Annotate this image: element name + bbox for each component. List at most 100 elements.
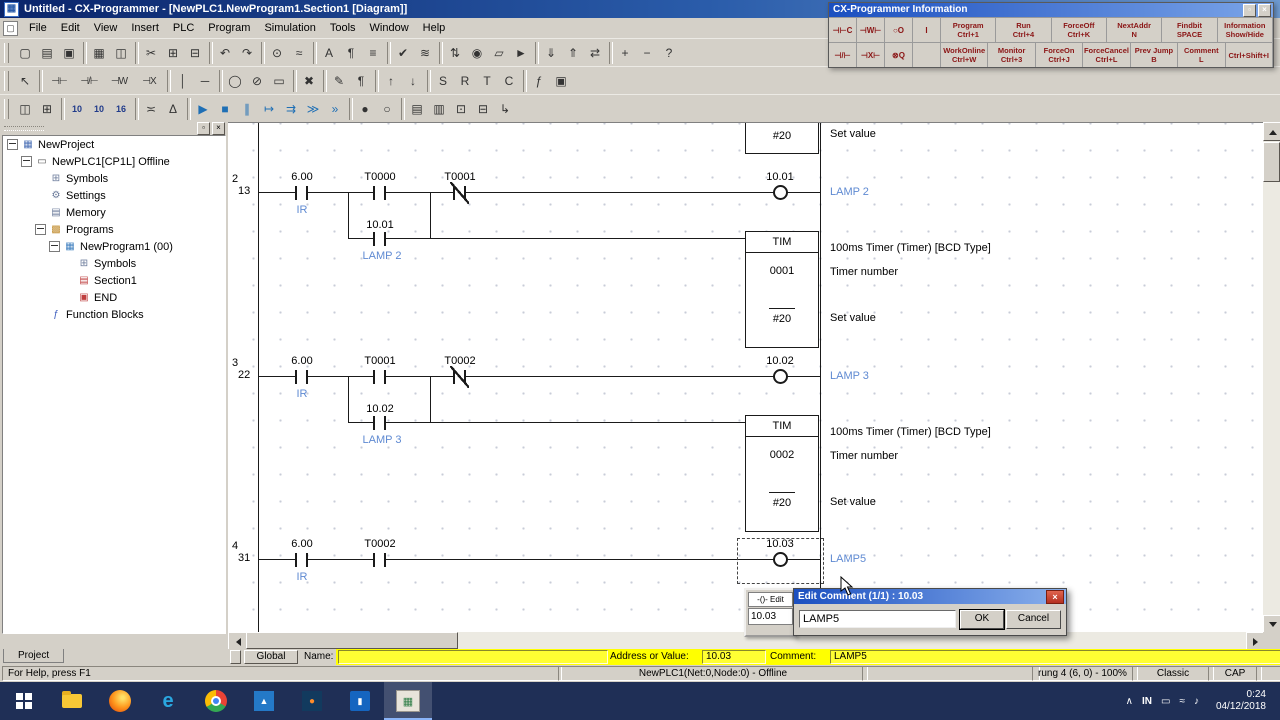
- stop-simulation-icon[interactable]: ■: [214, 99, 236, 119]
- transfer-from-plc-icon[interactable]: ⇑: [562, 43, 584, 63]
- global-button[interactable]: Global: [244, 650, 298, 664]
- ladder-diagram-canvas[interactable]: #20 Set value 2 13 6.00 IR T0000 T0001 1…: [228, 122, 1263, 633]
- tim-instruction-block[interactable]: #20: [745, 123, 819, 154]
- closed-contact[interactable]: [450, 366, 469, 388]
- tray-expand-icon[interactable]: ∧: [1126, 696, 1133, 707]
- new-icon[interactable]: ▢: [14, 43, 36, 63]
- show-rung-comments-icon[interactable]: ▤: [406, 99, 428, 119]
- edit-comment-icon[interactable]: ✎: [328, 71, 350, 91]
- toolbar-separator[interactable]: [184, 98, 192, 120]
- taskbar-clock[interactable]: 0:24 04/12/2018: [1208, 689, 1274, 713]
- toolbar-grip[interactable]: [4, 43, 9, 63]
- cut-icon[interactable]: ✂: [140, 43, 162, 63]
- paste-icon[interactable]: ⊟: [184, 43, 206, 63]
- tree-item-programs[interactable]: ▩ Programs: [3, 221, 225, 238]
- close-icon[interactable]: ×: [212, 122, 225, 135]
- work-online-icon[interactable]: ⇅: [444, 43, 466, 63]
- display-icon[interactable]: ▭: [1161, 696, 1170, 707]
- toolbar-grip[interactable]: [4, 71, 9, 91]
- find-icon[interactable]: ⊙: [266, 43, 288, 63]
- contact[interactable]: [373, 186, 386, 200]
- menu-item[interactable]: Program: [201, 19, 257, 37]
- vertical-scroll-thumb[interactable]: [1263, 142, 1280, 182]
- dock-icon[interactable]: ▫: [1243, 3, 1256, 17]
- language-indicator[interactable]: IN: [1142, 696, 1152, 707]
- toolbar-separator[interactable]: [258, 42, 266, 64]
- toolbar-separator[interactable]: [372, 70, 380, 92]
- replace-icon[interactable]: ≈: [288, 43, 310, 63]
- close-icon[interactable]: ×: [1258, 3, 1271, 17]
- name-field[interactable]: [338, 650, 608, 664]
- tim-instruction-block[interactable]: TIM 0002 #20: [745, 415, 819, 532]
- new-or-contact-icon[interactable]: ⊣W: [104, 71, 134, 91]
- new-closed-contact-icon[interactable]: ⊣/⊢: [74, 71, 104, 91]
- rung-comment-icon[interactable]: ¶: [350, 71, 372, 91]
- menu-item[interactable]: View: [87, 19, 125, 37]
- decimal-format-icon[interactable]: 10: [88, 99, 110, 119]
- edit-address-field[interactable]: 10.03: [748, 608, 793, 625]
- toolbar-separator[interactable]: [606, 42, 614, 64]
- collapse-icon[interactable]: [35, 224, 46, 235]
- menu-item[interactable]: Simulation: [257, 19, 322, 37]
- taskbar-media-app[interactable]: ●: [288, 682, 336, 720]
- tree-item-plc[interactable]: ▭ NewPLC1[CP1L] Offline: [3, 153, 225, 170]
- tab-project[interactable]: Project: [3, 649, 65, 663]
- step-over-icon[interactable]: ⇉: [280, 99, 302, 119]
- volume-icon[interactable]: ♪: [1194, 696, 1199, 707]
- watch-handle[interactable]: [230, 650, 241, 664]
- contact[interactable]: [373, 416, 386, 430]
- drag-handle[interactable]: [4, 126, 44, 131]
- taskbar-cx-programmer[interactable]: ▦: [384, 682, 432, 720]
- toolbar-separator[interactable]: [532, 42, 540, 64]
- comment-input[interactable]: LAMP5: [799, 610, 956, 628]
- transfer-to-plc-icon[interactable]: ⇓: [540, 43, 562, 63]
- cancel-button[interactable]: Cancel: [1006, 610, 1061, 629]
- run-mode-icon[interactable]: ►: [510, 43, 532, 63]
- tile-windows-icon[interactable]: ⊞: [36, 99, 58, 119]
- taskbar-edge[interactable]: e: [144, 682, 192, 720]
- toolbar-separator[interactable]: [216, 70, 224, 92]
- differential-up-icon[interactable]: ↑: [380, 71, 402, 91]
- new-closed-or-contact-icon[interactable]: ⊣X: [134, 71, 164, 91]
- tree-item-program-symbols[interactable]: ⊞ Symbols: [3, 255, 225, 272]
- redo-icon[interactable]: ↷: [236, 43, 258, 63]
- taskbar-file-explorer[interactable]: [48, 682, 96, 720]
- toolbar-separator[interactable]: [132, 42, 140, 64]
- toolbar-separator[interactable]: [290, 70, 298, 92]
- menu-item[interactable]: Window: [363, 19, 416, 37]
- taskbar-chrome[interactable]: [192, 682, 240, 720]
- horizontal-scroll-thumb[interactable]: [246, 632, 458, 649]
- network-icon[interactable]: ≈: [1179, 696, 1185, 707]
- wrap-rungs-icon[interactable]: ↳: [494, 99, 516, 119]
- function-block-icon[interactable]: ƒ: [528, 71, 550, 91]
- comment-field[interactable]: LAMP5: [830, 650, 1280, 664]
- toolbar-separator[interactable]: [132, 98, 140, 120]
- dialog-titlebar[interactable]: Edit Comment (1/1) : 10.03 ×: [794, 589, 1066, 604]
- toolbar-separator[interactable]: [346, 98, 354, 120]
- address-field[interactable]: 10.03: [702, 650, 766, 664]
- clear-breakpoints-icon[interactable]: ○: [376, 99, 398, 119]
- open-icon[interactable]: ▤: [36, 43, 58, 63]
- monitor-mode-icon[interactable]: ◉: [466, 43, 488, 63]
- taskbar-photos[interactable]: ▲: [240, 682, 288, 720]
- undo-icon[interactable]: ↶: [214, 43, 236, 63]
- toolbar-separator[interactable]: [164, 70, 172, 92]
- toolbar-grip[interactable]: [4, 99, 9, 119]
- output-coil[interactable]: [773, 369, 788, 384]
- output-coil[interactable]: [773, 185, 788, 200]
- tree-item-newproject[interactable]: ▦ NewProject: [3, 136, 225, 153]
- toolbar-separator[interactable]: [36, 70, 44, 92]
- info-window-titlebar[interactable]: CX-Programmer Information ▫ ×: [829, 3, 1273, 17]
- ok-button[interactable]: OK: [959, 609, 1005, 630]
- start-button[interactable]: [0, 682, 48, 720]
- reset-instruction-icon[interactable]: R: [454, 71, 476, 91]
- collapse-icon[interactable]: [7, 139, 18, 150]
- toolbar-separator[interactable]: [58, 98, 66, 120]
- scan-run-icon[interactable]: »: [324, 99, 346, 119]
- menu-item[interactable]: PLC: [166, 19, 201, 37]
- tree-item-memory[interactable]: ▤ Memory: [3, 204, 225, 221]
- taskbar-blue-app[interactable]: ▮: [336, 682, 384, 720]
- new-contact-icon[interactable]: ⊣⊢: [44, 71, 74, 91]
- program-mode-icon[interactable]: ▱: [488, 43, 510, 63]
- differential-monitor-icon[interactable]: Δ: [162, 99, 184, 119]
